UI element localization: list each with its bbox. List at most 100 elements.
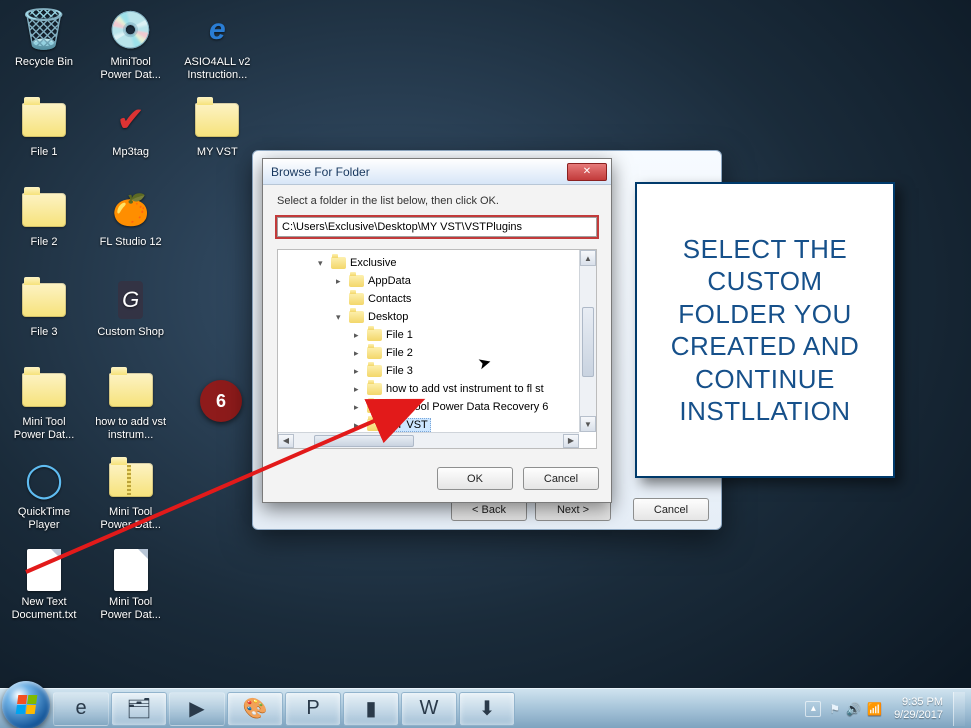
- expand-icon[interactable]: ▸: [354, 366, 364, 377]
- system-tray: ▴ ⚑ 🔊 📶 9:35 PM 9/29/2017: [805, 692, 965, 726]
- folder-icon: [366, 382, 382, 396]
- expand-icon[interactable]: ▾: [318, 258, 328, 269]
- scroll-up-button[interactable]: ▲: [580, 250, 596, 266]
- desktop-icon[interactable]: Mini Tool Power Dat...: [6, 366, 82, 452]
- taskbar: e🗂▶🎨P▮ W ⬇ ▴ ⚑ 🔊 📶 9:35 PM 9/29/2017: [0, 688, 971, 728]
- scroll-right-button[interactable]: ▶: [563, 434, 579, 448]
- desktop-icon-label: Mp3tag: [112, 144, 149, 159]
- taskbar-item-ie[interactable]: e: [53, 692, 109, 726]
- word-icon: W: [420, 697, 439, 720]
- desktop-icon[interactable]: 🍊FL Studio 12: [93, 186, 169, 272]
- start-button[interactable]: [2, 681, 50, 728]
- vscroll-thumb[interactable]: [582, 307, 594, 377]
- tree-node-label: Exclusive: [350, 257, 396, 269]
- desktop-icon-label: File 1: [31, 144, 58, 159]
- folder-icon: [193, 96, 241, 144]
- dialog-titlebar[interactable]: Browse For Folder ✕: [263, 159, 611, 185]
- close-icon: ✕: [583, 166, 591, 177]
- network-icon[interactable]: 📶: [867, 702, 882, 716]
- expand-icon[interactable]: ▸: [354, 330, 364, 341]
- tree-node-label: File 2: [386, 347, 413, 359]
- folder-icon: [20, 276, 68, 324]
- folder-icon: [348, 310, 364, 324]
- desktop-icon[interactable]: New Text Document.txt: [6, 546, 82, 632]
- expand-icon[interactable]: ▾: [336, 312, 346, 323]
- page-icon: [107, 546, 155, 594]
- expand-icon[interactable]: ▸: [354, 384, 364, 395]
- folder-icon: [366, 400, 382, 414]
- desktop-icon[interactable]: MY VST: [179, 96, 255, 182]
- dialog-instruction: Select a folder in the list below, then …: [277, 195, 597, 207]
- taskbar-item-explorer[interactable]: 🗂: [111, 692, 167, 726]
- taskbar-item-installer[interactable]: ⬇: [459, 692, 515, 726]
- desktop-icon[interactable]: ✔Mp3tag: [93, 96, 169, 182]
- scroll-down-button[interactable]: ▼: [580, 416, 596, 432]
- desktop-icon[interactable]: how to add vst instrum...: [93, 366, 169, 452]
- expand-icon[interactable]: ▸: [336, 276, 346, 287]
- ok-button[interactable]: OK: [437, 467, 513, 490]
- desktop-icon[interactable]: File 2: [6, 186, 82, 272]
- expand-icon[interactable]: ▸: [354, 402, 364, 413]
- taskbar-item-paint[interactable]: 🎨: [227, 692, 283, 726]
- expand-icon[interactable]: ▸: [354, 348, 364, 359]
- cancel-button[interactable]: Cancel: [523, 467, 599, 490]
- desktop-icon[interactable]: ◯QuickTime Player: [6, 456, 82, 542]
- desktop-icon-label: New Text Document.txt: [7, 594, 81, 622]
- desktop-icon-label: File 2: [31, 234, 58, 249]
- desktop-icon[interactable]: 💿MiniTool Power Dat...: [93, 6, 169, 92]
- desktop-icon[interactable]: eASIO4ALL v2 Instruction...: [179, 6, 255, 92]
- tree-node-label: File 1: [386, 329, 413, 341]
- taskbar-item-media-player[interactable]: ▶: [169, 692, 225, 726]
- taskbar-item-cmd[interactable]: ▮: [343, 692, 399, 726]
- tree-node-label: File 3: [386, 365, 413, 377]
- desktop-icon[interactable]: File 1: [6, 96, 82, 182]
- tree-node[interactable]: Contacts: [284, 290, 592, 308]
- tree-node[interactable]: ▸ File 1: [284, 326, 592, 344]
- ie-icon: e: [193, 6, 241, 54]
- tree-node-label: Contacts: [368, 293, 411, 305]
- vertical-scrollbar[interactable]: ▲ ▼: [579, 250, 596, 432]
- action-center-icon[interactable]: ⚑: [829, 702, 840, 716]
- tree-node-label: MY VST: [384, 418, 431, 432]
- desktop-icon[interactable]: File 3: [6, 276, 82, 362]
- folder-icon: [20, 96, 68, 144]
- tree-node[interactable]: ▸AppData: [284, 272, 592, 290]
- folder-tree: ▾ Exclusive ▸AppData Contacts ▾ Desktop ▸ File …: [277, 249, 597, 449]
- tree-node[interactable]: ▸Mini Tool Power Data Recovery 6: [284, 398, 592, 416]
- tree-node[interactable]: ▾ Exclusive: [284, 254, 592, 272]
- desktop-icon[interactable]: 🗑️Recycle Bin: [6, 6, 82, 92]
- cs-icon: G: [107, 276, 155, 324]
- tree-node[interactable]: ▸how to add vst instrument to fl st: [284, 380, 592, 398]
- horizontal-scrollbar[interactable]: ◀ ▶: [278, 432, 579, 448]
- desktop-icon-label: MY VST: [197, 144, 238, 159]
- tree-node[interactable]: ▸ File 3: [284, 362, 592, 380]
- desktop-icon[interactable]: Mini Tool Power Dat...: [93, 546, 169, 632]
- tag-icon: ✔: [107, 96, 155, 144]
- time-text: 9:35 PM: [894, 696, 943, 709]
- desktop-icon[interactable]: Mini Tool Power Dat...: [93, 456, 169, 542]
- taskbar-item-word[interactable]: W: [401, 692, 457, 726]
- desktop-icon-label: Recycle Bin: [15, 54, 73, 69]
- show-hidden-icons-button[interactable]: ▴: [805, 701, 821, 717]
- clock[interactable]: 9:35 PM 9/29/2017: [890, 696, 947, 722]
- desktop-icon-label: Custom Shop: [97, 324, 164, 339]
- desktop-icon[interactable]: GCustom Shop: [93, 276, 169, 362]
- wizard-cancel-button[interactable]: Cancel: [633, 498, 709, 521]
- tree-node[interactable]: ▸ File 2: [284, 344, 592, 362]
- folder-path-input[interactable]: [277, 217, 597, 237]
- volume-icon[interactable]: 🔊: [846, 702, 861, 716]
- expand-icon[interactable]: ▸: [354, 420, 364, 431]
- folder-icon: [366, 418, 382, 432]
- desktop-icon-label: Mini Tool Power Dat...: [94, 504, 168, 532]
- close-button[interactable]: ✕: [567, 163, 607, 181]
- disc-icon: 💿: [107, 6, 155, 54]
- desktop-icon-label: QuickTime Player: [7, 504, 81, 532]
- hscroll-thumb[interactable]: [314, 435, 414, 447]
- tree-node-label: Desktop: [368, 311, 408, 323]
- callout-text: SELECT THE CUSTOM FOLDER YOU CREATED AND…: [651, 233, 879, 428]
- taskbar-item-powerpoint[interactable]: P: [285, 692, 341, 726]
- tree-node[interactable]: ▾ Desktop: [284, 308, 592, 326]
- show-desktop-button[interactable]: [953, 692, 965, 726]
- scroll-left-button[interactable]: ◀: [278, 434, 294, 448]
- desktop-icon-label: FL Studio 12: [100, 234, 162, 249]
